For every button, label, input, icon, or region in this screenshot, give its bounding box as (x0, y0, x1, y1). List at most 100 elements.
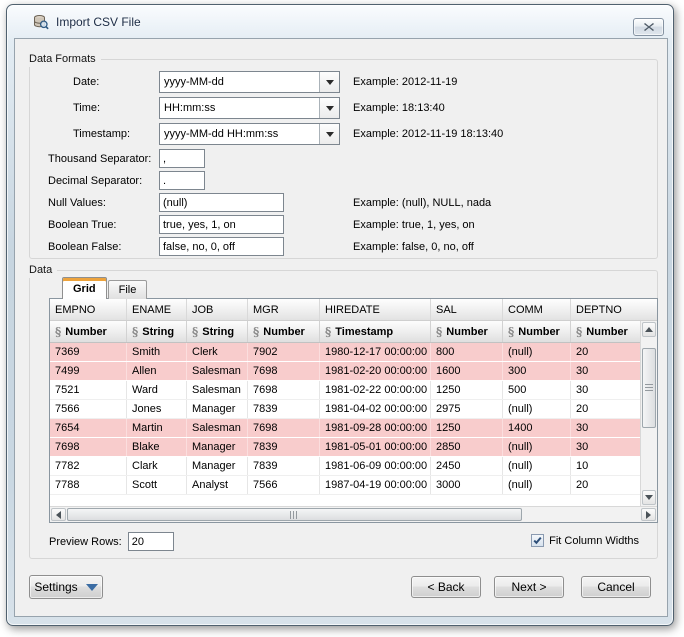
thousand-separator-input[interactable] (159, 149, 205, 168)
table-row[interactable]: 7499AllenSalesman76981981-02-20 00:00:00… (50, 362, 657, 381)
column-header-empno[interactable]: EMPNO (50, 299, 127, 320)
decimal-separator-input[interactable] (159, 171, 205, 190)
table-row[interactable]: 7788ScottAnalyst75661987-04-19 00:00:003… (50, 476, 657, 495)
table-cell: Analyst (187, 476, 248, 494)
date-format-combobox[interactable]: yyyy-MM-dd (159, 71, 340, 93)
table-row[interactable]: 7782ClarkManager78391981-06-09 00:00:002… (50, 457, 657, 476)
table-cell: 7839 (248, 400, 320, 418)
settings-button[interactable]: Settings (29, 575, 103, 599)
table-row[interactable]: 7654MartinSalesman76981981-09-28 00:00:0… (50, 419, 657, 438)
column-type-selector[interactable]: §String (127, 321, 187, 342)
table-cell: Ward (127, 381, 187, 399)
table-cell: 7839 (248, 438, 320, 456)
triangle-down-icon (645, 495, 653, 500)
datatype-icon: § (576, 325, 582, 339)
column-type-label: Number (263, 326, 305, 338)
field-label: Decimal Separator: (48, 175, 159, 187)
table-cell: 7698 (248, 419, 320, 437)
format-example: Example: false, 0, no, off (353, 241, 474, 253)
column-header-comm[interactable]: COMM (503, 299, 571, 320)
format-example: Example: true, 1, yes, on (353, 219, 475, 231)
table-row[interactable]: 7369SmithClerk79021980-12-17 00:00:00800… (50, 343, 657, 362)
close-icon (644, 23, 654, 31)
import-csv-icon (33, 14, 49, 30)
table-cell: 1400 (503, 419, 571, 437)
back-button[interactable]: < Back (411, 576, 481, 598)
chevron-down-icon[interactable] (319, 124, 339, 144)
chevron-down-icon[interactable] (319, 98, 339, 118)
fit-column-widths-row: Fit Column Widths (531, 534, 639, 547)
table-cell: 7566 (248, 476, 320, 494)
table-cell: 7369 (50, 343, 127, 361)
column-header-sal[interactable]: SAL (431, 299, 503, 320)
table-cell: 7698 (248, 381, 320, 399)
table-cell: 1250 (431, 381, 503, 399)
table-cell: Allen (127, 362, 187, 380)
chevron-down-icon[interactable] (319, 72, 339, 92)
null-values-input[interactable] (159, 193, 284, 212)
table-cell: 7698 (248, 362, 320, 380)
column-type-label: Number (586, 326, 628, 338)
scroll-up-button[interactable] (642, 322, 656, 337)
tab-file[interactable]: File (108, 280, 148, 299)
field-label: Date: (48, 76, 159, 88)
table-cell: 1981-04-02 00:00:00 (320, 400, 431, 418)
table-row[interactable]: 7566JonesManager78391981-04-02 00:00:002… (50, 400, 657, 419)
fit-column-widths-checkbox[interactable] (531, 534, 544, 547)
boolean-true-input[interactable] (159, 215, 284, 234)
boolean-false-input[interactable] (159, 237, 284, 256)
column-header-job[interactable]: JOB (187, 299, 248, 320)
combo-value: yyyy-MM-dd HH:mm:ss (160, 124, 319, 144)
preview-rows-label: Preview Rows: (49, 536, 122, 548)
format-row-timestamp-format: Timestamp:yyyy-MM-dd HH:mm:ssExample: 20… (48, 123, 657, 145)
table-cell: 2850 (431, 438, 503, 456)
field-label: Null Values: (48, 197, 159, 209)
format-row-boolean-false: Boolean False: Example: false, 0, no, off (48, 237, 657, 256)
next-button[interactable]: Next > (494, 576, 564, 598)
back-button-label: < Back (427, 580, 464, 594)
table-cell: 1981-02-20 00:00:00 (320, 362, 431, 380)
field-label: Boolean False: (48, 241, 159, 253)
column-type-selector[interactable]: §Number (50, 321, 127, 342)
table-row[interactable]: 7698BlakeManager78391981-05-01 00:00:002… (50, 438, 657, 457)
grid-vertical-scrollbar[interactable] (640, 321, 657, 506)
column-type-selector[interactable]: §Number (248, 321, 320, 342)
horizontal-scroll-thumb[interactable] (67, 508, 522, 521)
table-cell: 1981-09-28 00:00:00 (320, 419, 431, 437)
column-type-label: Number (446, 326, 488, 338)
close-button[interactable] (633, 18, 664, 36)
preview-grid: EMPNOENAMEJOBMGRHIREDATESALCOMMDEPTNO §N… (49, 298, 658, 523)
settings-button-label: Settings (34, 580, 77, 594)
time-format-combobox[interactable]: HH:mm:ss (159, 97, 340, 119)
column-type-selector[interactable]: §Timestamp (320, 321, 431, 342)
column-header-deptno[interactable]: DEPTNO (571, 299, 658, 320)
chevron-down-glyph (326, 106, 334, 111)
cancel-button[interactable]: Cancel (581, 576, 651, 598)
scroll-right-button[interactable] (641, 508, 656, 521)
thumb-grip (645, 384, 653, 393)
column-header-ename[interactable]: ENAME (127, 299, 187, 320)
table-cell: 1987-04-19 00:00:00 (320, 476, 431, 494)
scroll-left-button[interactable] (51, 508, 66, 521)
chevron-down-glyph (326, 132, 334, 137)
field-label: Time: (48, 102, 159, 114)
table-cell: 7654 (50, 419, 127, 437)
data-group-label: Data (29, 263, 57, 278)
preview-rows-input[interactable] (128, 532, 174, 551)
table-cell: Manager (187, 438, 248, 456)
table-cell: 1600 (431, 362, 503, 380)
table-row[interactable]: 7521WardSalesman76981981-02-22 00:00:001… (50, 381, 657, 400)
import-csv-dialog: Import CSV File Data Formats Date:yyyy-M… (6, 4, 674, 626)
scroll-down-button[interactable] (642, 490, 656, 505)
tab-grid[interactable]: Grid (62, 277, 107, 299)
column-header-hiredate[interactable]: HIREDATE (320, 299, 431, 320)
preview-rows-row: Preview Rows: (49, 532, 174, 551)
timestamp-format-combobox[interactable]: yyyy-MM-dd HH:mm:ss (159, 123, 340, 145)
vertical-scroll-thumb[interactable] (642, 348, 656, 428)
grid-horizontal-scrollbar[interactable] (50, 506, 657, 522)
next-button-label: Next > (511, 580, 546, 594)
column-header-mgr[interactable]: MGR (248, 299, 320, 320)
column-type-selector[interactable]: §Number (431, 321, 503, 342)
column-type-selector[interactable]: §String (187, 321, 248, 342)
column-type-selector[interactable]: §Number (503, 321, 571, 342)
